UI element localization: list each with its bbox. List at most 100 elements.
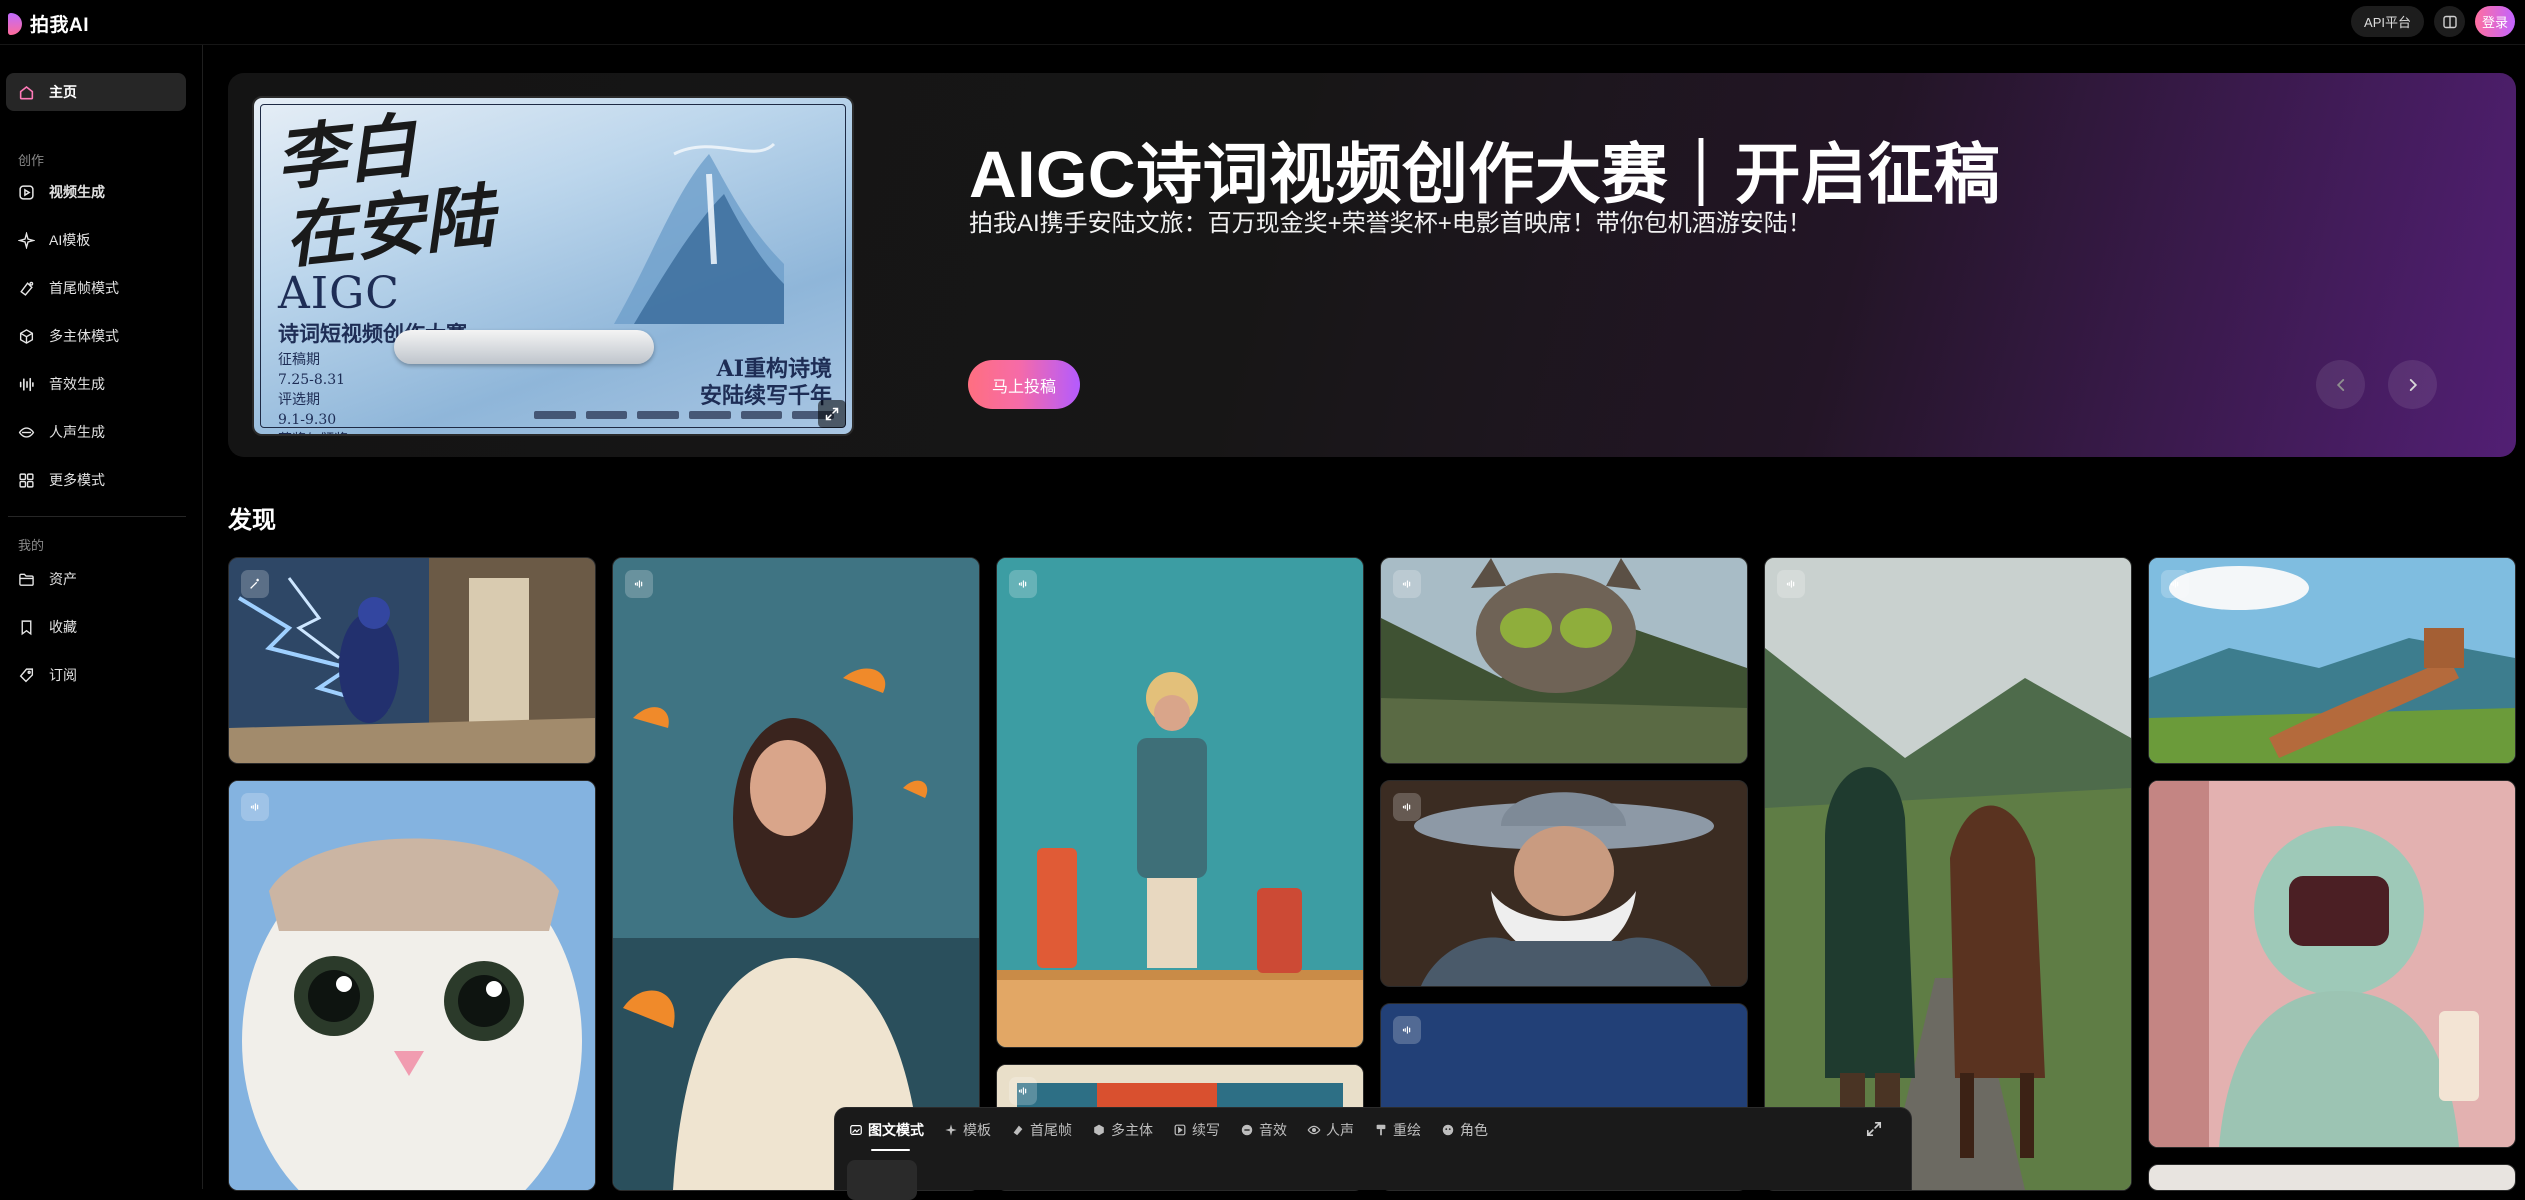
sidebar-item-ai-template[interactable]: AI模板 [6,221,186,259]
tab-label: 人声 [1326,1122,1354,1138]
submit-now-button[interactable]: 马上投稿 [968,360,1080,409]
tab-character[interactable]: 角色 [1441,1120,1488,1140]
audio-badge [2161,570,2189,598]
card-thumbnail [229,558,595,763]
gallery-card[interactable] [1380,557,1748,764]
split-view-icon [2442,15,2457,28]
poster-title: 李白 在安陆 [272,103,498,279]
sidebar-item-multi-subject[interactable]: 多主体模式 [6,317,186,355]
brand-mark-icon [8,12,22,35]
gallery-card[interactable] [1764,557,2132,1191]
poster-scroll-illustration [394,330,654,364]
sidebar-item-label: 多主体模式 [49,328,119,344]
api-platform-button[interactable]: API平台 [2351,6,2424,37]
sound-wave-icon [634,580,643,588]
poster-expand-button[interactable] [818,400,846,428]
sound-wave-icon [1402,803,1411,811]
tab-label: 重绘 [1393,1122,1421,1138]
audio-badge [625,570,653,598]
tag-icon [16,665,36,685]
magic-badge [241,570,269,598]
gallery-card[interactable] [996,557,1364,1048]
card-thumbnail [229,781,595,1190]
gallery-card[interactable] [2148,557,2516,764]
image-text-icon [850,1125,862,1135]
banner-next-button[interactable] [2388,360,2437,409]
video-sparkle-icon [16,182,36,202]
tab-multi-subject[interactable]: 多主体 [1092,1120,1153,1140]
sidebar-item-label: 主页 [49,84,77,100]
sound-wave-icon [1018,1087,1027,1095]
audio-badge [1777,570,1805,598]
sound-wave-icon [1402,580,1411,588]
mode-tabs: 图文模式 模板 首尾帧 多主体 续写 音效 人声 重绘 角色 [849,1120,1488,1151]
tab-continue[interactable]: 续写 [1173,1120,1220,1140]
gallery-card[interactable] [2148,780,2516,1148]
sidebar-item-subscription[interactable]: 订阅 [6,656,186,694]
sidebar-item-more-modes[interactable]: 更多模式 [6,461,186,499]
gallery-card[interactable] [2148,1164,2516,1191]
tab-first-last-frame[interactable]: 首尾帧 [1011,1120,1072,1140]
tab-voice[interactable]: 人声 [1307,1120,1354,1140]
gallery-card[interactable] [1380,780,1748,987]
fullscreen-icon[interactable] [1865,1120,1883,1138]
gallery-card[interactable] [612,557,980,1191]
gallery-card[interactable] [228,557,596,764]
sidebar-item-voice-generation[interactable]: 人声生成 [6,413,186,451]
eye-voice-icon [16,422,36,442]
sidebar-item-favorites[interactable]: 收藏 [6,608,186,646]
sparkle-icon [16,230,36,250]
audio-badge [241,793,269,821]
section-label-create: 创作 [18,153,45,168]
sidebar-item-home[interactable]: 主页 [6,73,186,111]
banner-prev-button[interactable] [2316,360,2365,409]
section-label-mine: 我的 [18,538,45,553]
sidebar-item-label: 首尾帧模式 [49,280,119,296]
upload-slot[interactable] [847,1160,917,1200]
continue-icon [1174,1124,1186,1136]
grid-icon [16,470,36,490]
brand-name: 拍我AI [30,15,90,36]
tab-image-text-mode[interactable]: 图文模式 [849,1120,924,1151]
prompt-composer: 图文模式 模板 首尾帧 多主体 续写 音效 人声 重绘 角色 [834,1107,1912,1200]
contest-poster[interactable]: 李白 在安陆 AIGC 诗词短视频创作大赛 征稿期 7.25-8.31 评选期 … [252,96,854,436]
tab-label: 续写 [1192,1122,1220,1138]
brand-logo[interactable]: 拍我AI [8,10,89,37]
sound-icon [1241,1124,1253,1136]
sidebar-item-assets[interactable]: 资产 [6,560,186,598]
tab-label: 模板 [963,1122,991,1138]
sidebar-item-label: 收藏 [49,619,77,635]
tab-template[interactable]: 模板 [944,1120,991,1140]
hero-banner: 李白 在安陆 AIGC 诗词短视频创作大赛 征稿期 7.25-8.31 评选期 … [228,73,2516,457]
sound-wave-icon [1402,1026,1411,1034]
sidebar-item-first-last-frame[interactable]: 首尾帧模式 [6,269,186,307]
poster-dates: 征稿期 7.25-8.31 评选期 9.1-9.30 获奖与颁奖 10.1-10… [278,352,348,434]
top-bar: 拍我AI API平台 登录 [0,0,2525,45]
home-icon [16,82,36,102]
tab-label: 音效 [1259,1122,1287,1138]
gallery-card[interactable] [228,780,596,1191]
audio-badge [1009,1077,1037,1105]
tab-repaint[interactable]: 重绘 [1374,1120,1421,1140]
banner-subtitle: 拍我AI携手安陆文旅：百万现金奖+荣誉奖杯+电影首映席！带你包机酒游安陆！ [969,210,1812,237]
tab-label: 多主体 [1111,1122,1153,1138]
frames-icon [16,278,36,298]
sidebar-item-sound-effect[interactable]: 音效生成 [6,365,186,403]
audio-badge [1009,570,1037,598]
audio-badge [1393,570,1421,598]
sidebar-item-label: 资产 [49,571,77,587]
top-actions: API平台 登录 [2351,6,2515,37]
sidebar-item-label: 人声生成 [49,424,105,440]
discover-title: 发现 [228,507,276,534]
magic-wand-icon [250,578,259,589]
card-thumbnail [2149,781,2515,1147]
sidebar-item-video-generation[interactable]: 视频生成 [6,173,186,211]
login-button[interactable]: 登录 [2475,6,2515,37]
audio-badge [1393,793,1421,821]
brush-icon [1376,1124,1386,1136]
poster-aigc: AIGC [278,268,400,319]
sound-wave-icon [2170,580,2179,588]
chevron-right-icon [2409,378,2417,391]
layout-toggle-button[interactable] [2434,6,2465,37]
tab-sound-effect[interactable]: 音效 [1240,1120,1287,1140]
